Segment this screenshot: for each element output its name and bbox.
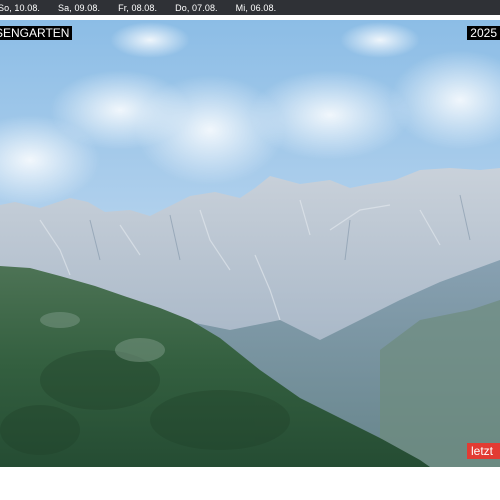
date-tab-4[interactable]: Mi, 06.08. <box>236 3 277 13</box>
latest-badge[interactable]: letzt <box>467 443 500 459</box>
location-label: SENGARTEN <box>0 26 73 40</box>
year-label: 2025 <box>467 26 500 40</box>
date-tab-bar: So, 10.08. Sa, 09.08. Fr, 08.08. Do, 07.… <box>0 0 500 15</box>
date-tab-3[interactable]: Do, 07.08. <box>175 3 218 13</box>
date-tab-2[interactable]: Fr, 08.08. <box>118 3 157 13</box>
mountain-panorama <box>0 20 500 467</box>
webcam-image[interactable]: SENGARTEN 2025 letzt <box>0 20 500 467</box>
date-tab-0[interactable]: So, 10.08. <box>0 3 40 13</box>
footer-blank <box>0 467 500 500</box>
date-tab-1[interactable]: Sa, 09.08. <box>58 3 100 13</box>
